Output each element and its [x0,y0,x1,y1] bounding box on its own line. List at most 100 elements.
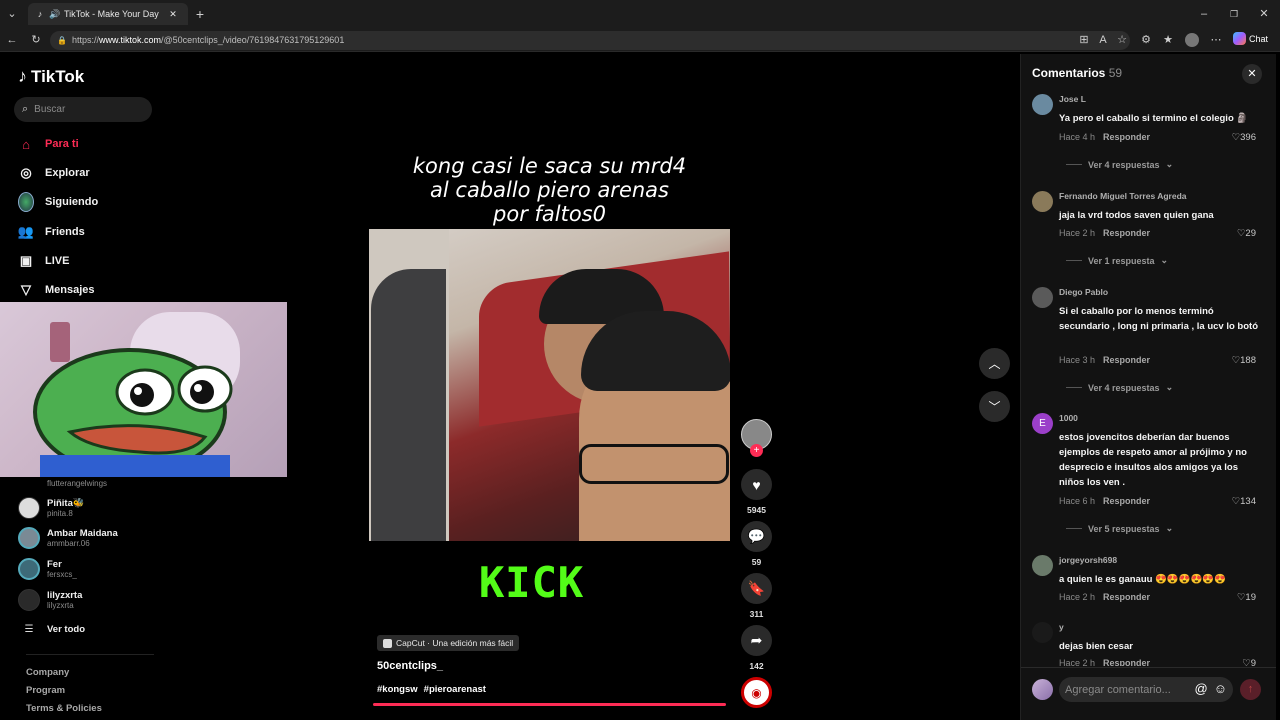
sidebar-item-live[interactable]: ▣ LIVE [18,253,70,269]
mention-icon[interactable]: @ [1195,681,1208,696]
search-input[interactable]: ⌕ Buscar [14,97,152,122]
emoji-icon[interactable]: ☺ [1214,681,1227,696]
pepe-frog-image [33,348,233,477]
hashtag[interactable]: #kongsw [377,684,418,695]
close-comments-button[interactable]: ✕ [1242,64,1262,84]
footer-link-terms[interactable]: Terms & Policies [26,703,102,714]
view-replies[interactable]: Ver 5 respuestas ⌄ [1066,523,1173,534]
send-comment-button[interactable]: ↑ [1240,679,1261,700]
tab-list-icon[interactable]: ⌄ [4,6,20,22]
hashtag[interactable]: #pieroarenast [424,684,486,695]
extensions-icon[interactable]: ⚙ [1138,32,1154,48]
comment-user[interactable]: 1000 [1059,413,1078,423]
view-replies-label: Ver 4 respuestas [1088,382,1160,393]
chevron-down-icon: ⌄ [1165,382,1174,392]
footer-link-program[interactable]: Program [26,685,65,696]
reply-button[interactable]: Responder [1103,228,1150,238]
comment-like[interactable]: ♡29 [1237,228,1256,239]
comments-header: Comentarios 59 [1032,66,1122,80]
save-button[interactable]: 🔖 [741,573,772,604]
copilot-chat-button[interactable]: Chat [1233,32,1268,45]
comment-like[interactable]: ♡19 [1237,592,1256,603]
view-replies[interactable]: Ver 4 respuestas ⌄ [1066,382,1173,393]
speaker-icon[interactable]: 🔊 [49,9,61,20]
avatar[interactable] [1032,94,1053,115]
translate-icon[interactable]: A [1095,32,1111,48]
url-field[interactable]: 🔒 https://www.tiktok.com/@50centclips_/vi… [50,31,1130,50]
favorites-icon[interactable]: ★ [1160,32,1176,48]
view-replies[interactable]: Ver 1 respuesta ⌄ [1066,255,1168,266]
video-progress-bar[interactable] [373,703,726,706]
avatar[interactable]: E [1032,413,1053,434]
avatar[interactable] [1032,622,1053,643]
comment-button[interactable]: 💬 [741,521,772,552]
music-disc[interactable]: ◉ [741,677,772,708]
sidebar-item-siguiendo[interactable]: Siguiendo [18,192,98,212]
followed-account[interactable]: Ambar Maidana ammbarr.06 [18,527,118,549]
divider [1066,387,1082,388]
account-name: Ambar Maidana [47,528,118,539]
comment-like[interactable]: ♡9 [1242,658,1256,666]
followed-account[interactable]: Piñita🐝 pinita.8 [18,497,85,519]
capcut-badge[interactable]: CapCut · Una edición más fácil [377,635,520,651]
comment-time: Hace 2 h [1059,592,1096,602]
video-player[interactable] [369,229,730,541]
comment-text: dejas bien cesar [1059,641,1133,652]
comment-input[interactable]: Agregar comentario... @ ☺ [1059,677,1233,702]
tiktok-note-icon: ♪ [18,66,27,86]
account-name: lilyzxrta [47,590,83,601]
share-button[interactable]: ➦ [741,625,772,656]
back-icon[interactable]: ← [4,32,20,48]
new-tab-icon[interactable]: + [192,6,208,22]
account-handle: fersxcs_ [47,570,77,579]
app-available-icon[interactable]: ⊞ [1076,32,1092,48]
browser-tab[interactable]: ♪ 🔊 TikTok - Make Your Day ✕ [28,3,188,25]
close-tab-icon[interactable]: ✕ [167,9,179,20]
avatar [18,558,40,580]
like-button[interactable]: ♥ [741,469,772,500]
share-arrow-icon: ➦ [750,632,763,648]
follow-plus-icon[interactable]: + [750,444,763,457]
see-all-link[interactable]: ☰ Ver todo [18,624,86,635]
footer-link-company[interactable]: Company [26,667,69,678]
view-replies-label: Ver 1 respuesta [1088,255,1155,266]
comment-user[interactable]: Fernando Miguel Torres Agreda [1059,191,1187,201]
sidebar-item-mensajes[interactable]: ▽ Mensajes [18,282,95,298]
sidebar-item-explorar[interactable]: ◎ Explorar [18,165,89,181]
comment-like[interactable]: ♡396 [1232,132,1256,143]
sidebar-item-friends[interactable]: 👥 Friends [18,224,85,240]
avatar[interactable] [1032,191,1053,212]
avatar[interactable] [1032,287,1053,308]
next-video-button[interactable]: ﹀ [979,391,1010,422]
comment-user[interactable]: y [1059,622,1064,632]
reply-button[interactable]: Responder [1103,355,1150,365]
avatar[interactable] [1032,555,1053,576]
list-icon: ☰ [24,624,34,635]
reply-button[interactable]: Responder [1103,496,1150,506]
reply-button[interactable]: Responder [1103,592,1150,602]
heart-outline-icon: ♡ [1231,355,1241,366]
video-author[interactable]: 50centclips_ [377,660,443,672]
tiktok-logo[interactable]: ♪ TikTok [18,66,84,87]
reply-button[interactable]: Responder [1103,658,1150,666]
profile-avatar[interactable] [1185,33,1199,47]
comment-user[interactable]: jorgeyorsh698 [1059,555,1117,565]
comment-like[interactable]: ♡134 [1232,496,1256,507]
sidebar-item-para-ti[interactable]: ⌂ Para ti [18,136,79,152]
refresh-icon[interactable]: ↻ [28,32,44,48]
followed-account[interactable]: Fer fersxcs_ [18,558,77,580]
followed-account[interactable]: flutterangelwings [18,472,107,494]
divider [1021,667,1276,668]
restore-icon[interactable]: ❐ [1226,6,1242,22]
minimize-icon[interactable]: – [1196,6,1212,22]
favorite-star-icon[interactable]: ☆ [1114,32,1130,48]
comment-user[interactable]: Diego Pablo [1059,287,1108,297]
previous-video-button[interactable]: ︿ [979,348,1010,379]
reply-button[interactable]: Responder [1103,132,1150,142]
comment-like[interactable]: ♡188 [1232,355,1256,366]
close-window-icon[interactable]: ✕ [1256,6,1272,22]
more-menu-icon[interactable]: ⋯ [1208,32,1224,48]
followed-account[interactable]: lilyzxrta lilyzxrta [18,589,82,611]
comment-user[interactable]: Jose L [1059,94,1086,104]
view-replies[interactable]: Ver 4 respuestas ⌄ [1066,159,1173,170]
